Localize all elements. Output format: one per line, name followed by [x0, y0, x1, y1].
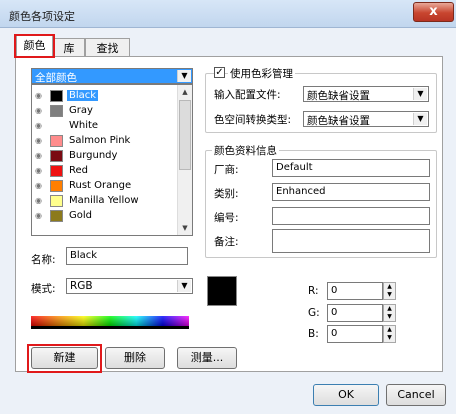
- vendor-field[interactable]: Default: [272, 159, 430, 177]
- close-button[interactable]: x: [413, 2, 454, 22]
- eye-icon: ◉: [35, 106, 42, 115]
- color-swatch: [50, 165, 63, 177]
- list-item[interactable]: ◉ Gold: [33, 209, 178, 224]
- measure-button[interactable]: 测量...: [177, 347, 237, 369]
- chevron-down-icon: ▼: [413, 113, 427, 125]
- scroll-down-icon[interactable]: ▼: [178, 221, 192, 235]
- chevron-down-icon: ▼: [413, 88, 427, 100]
- input-profile-label: 输入配置文件:: [214, 89, 281, 101]
- eye-icon: ◉: [35, 181, 42, 190]
- color-swatch: [50, 210, 63, 222]
- conversion-type-dropdown[interactable]: 颜色缺省设置 ▼: [303, 111, 429, 127]
- color-set-value: 全部颜色: [35, 72, 77, 84]
- color-set-dropdown[interactable]: 全部颜色 ▼: [31, 68, 193, 84]
- mode-value: RGB: [70, 280, 93, 292]
- eye-icon: ◉: [35, 166, 42, 175]
- list-item[interactable]: ◉ Salmon Pink: [33, 134, 178, 149]
- color-swatch: [50, 135, 63, 147]
- g-spinner[interactable]: ▲ ▼: [383, 304, 396, 322]
- list-item[interactable]: ◉ Black: [33, 89, 178, 104]
- color-spectrum-dark: [31, 326, 189, 329]
- window-title: 颜色各项设定: [9, 10, 75, 23]
- color-name: Black: [67, 90, 99, 101]
- delete-button[interactable]: 删除: [105, 347, 165, 369]
- number-label: 编号:: [214, 212, 239, 224]
- category-field[interactable]: Enhanced: [272, 183, 430, 201]
- color-name: Gold: [69, 210, 92, 221]
- name-value: Black: [70, 250, 98, 261]
- chevron-down-icon: ▼: [177, 280, 191, 292]
- eye-icon: ◉: [35, 211, 42, 220]
- list-item[interactable]: ◉ Burgundy: [33, 149, 178, 164]
- g-input[interactable]: 0: [327, 304, 383, 322]
- g-value: 0: [331, 307, 338, 318]
- color-swatch: [50, 180, 63, 192]
- color-swatch: [50, 195, 63, 207]
- note-label: 备注:: [214, 236, 239, 248]
- tab-color[interactable]: 颜色: [16, 35, 53, 58]
- eye-icon: ◉: [35, 136, 42, 145]
- eye-icon: ◉: [35, 121, 42, 130]
- list-item[interactable]: ◉ White: [33, 119, 178, 134]
- list-item[interactable]: ◉ Manilla Yellow: [33, 194, 178, 209]
- color-name: Manilla Yellow: [69, 195, 139, 206]
- color-swatch: [50, 105, 63, 117]
- title-bar: 颜色各项设定 x: [0, 0, 456, 28]
- list-item[interactable]: ◉ Rust Orange: [33, 179, 178, 194]
- list-item[interactable]: ◉ Gray: [33, 104, 178, 119]
- conversion-type-label: 色空间转换类型:: [214, 114, 292, 126]
- conversion-type-value: 颜色缺省设置: [307, 115, 370, 127]
- g-label: G:: [308, 307, 320, 319]
- note-field[interactable]: [272, 229, 430, 253]
- b-label: B:: [308, 328, 319, 340]
- number-field[interactable]: [272, 207, 430, 225]
- color-management-label: 使用色彩管理: [228, 66, 295, 81]
- mode-dropdown[interactable]: RGB ▼: [66, 278, 193, 294]
- input-profile-dropdown[interactable]: 颜色缺省设置 ▼: [303, 86, 429, 102]
- category-value: Enhanced: [276, 186, 326, 197]
- vendor-label: 厂商:: [214, 164, 239, 176]
- tab-library[interactable]: 库: [53, 38, 85, 58]
- color-name: Gray: [69, 105, 93, 116]
- new-button[interactable]: 新建: [31, 347, 98, 369]
- mode-label: 模式:: [31, 283, 56, 295]
- r-input[interactable]: 0: [327, 282, 383, 300]
- chevron-down-icon: ▼: [177, 70, 191, 82]
- cancel-button[interactable]: Cancel: [386, 384, 446, 406]
- eye-icon: ◉: [35, 151, 42, 160]
- color-name: Red: [69, 165, 88, 176]
- eye-icon: ◉: [35, 91, 42, 100]
- scroll-up-icon[interactable]: ▲: [178, 85, 192, 99]
- color-name: Salmon Pink: [69, 135, 131, 146]
- b-spinner[interactable]: ▲ ▼: [383, 325, 396, 343]
- name-field[interactable]: Black: [66, 247, 188, 265]
- color-name: Burgundy: [69, 150, 118, 161]
- color-management-checkbox[interactable]: ✓: [214, 67, 225, 78]
- b-input[interactable]: 0: [327, 325, 383, 343]
- color-list[interactable]: ◉ Black ◉ Gray ◉ White ◉ Salmon Pink ◉ B…: [31, 84, 193, 236]
- vendor-value: Default: [276, 162, 313, 173]
- color-spectrum-shade: [31, 316, 189, 326]
- list-item[interactable]: ◉ Red: [33, 164, 178, 179]
- category-label: 类别:: [214, 188, 239, 200]
- color-name: Rust Orange: [69, 180, 132, 191]
- tab-search[interactable]: 查找: [85, 38, 130, 58]
- color-preview: [207, 276, 237, 306]
- name-label: 名称:: [31, 254, 56, 266]
- color-swatch: [50, 150, 63, 162]
- r-value: 0: [331, 285, 338, 296]
- color-name: White: [69, 120, 99, 131]
- eye-icon: ◉: [35, 196, 42, 205]
- ok-button[interactable]: OK: [313, 384, 379, 406]
- color-info-title: 颜色资料信息: [212, 143, 279, 158]
- input-profile-value: 颜色缺省设置: [307, 90, 370, 102]
- scroll-thumb[interactable]: [179, 100, 191, 170]
- color-swatch: [50, 90, 63, 102]
- r-label: R:: [308, 285, 319, 297]
- color-swatch: [50, 120, 63, 132]
- list-scrollbar[interactable]: ▲ ▼: [177, 85, 192, 235]
- color-settings-dialog: 颜色各项设定 x 颜色 库 查找 全部颜色 ▼ ◉ Black ◉ Gray ◉…: [0, 0, 456, 414]
- r-spinner[interactable]: ▲ ▼: [383, 282, 396, 300]
- b-value: 0: [331, 328, 338, 339]
